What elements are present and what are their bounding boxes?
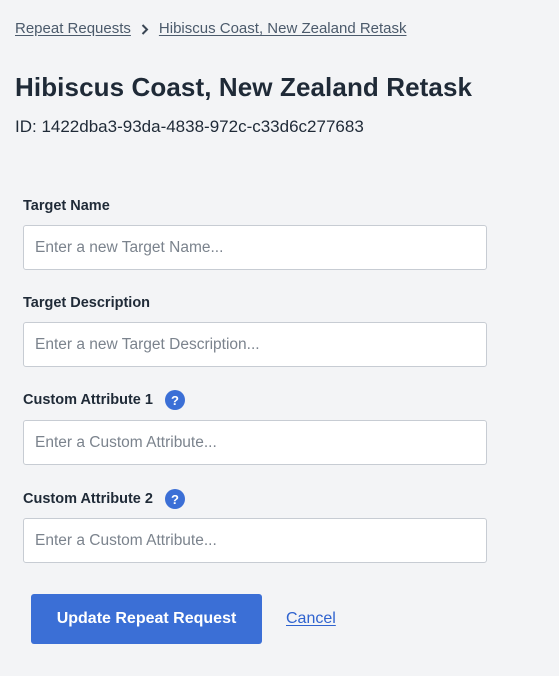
target-description-field: Target Description <box>23 293 487 367</box>
target-description-label: Target Description <box>23 295 151 311</box>
custom-attribute-2-label-row: Custom Attribute 2 ? <box>23 489 487 509</box>
update-repeat-request-button[interactable]: Update Repeat Request <box>31 594 262 644</box>
cancel-link[interactable]: Cancel <box>286 610 336 628</box>
breadcrumb: Repeat Requests Hibiscus Coast, New Zeal… <box>15 20 407 37</box>
target-name-input[interactable] <box>23 225 487 270</box>
page-title: Hibiscus Coast, New Zealand Retask <box>15 72 473 102</box>
breadcrumb-link-current-request[interactable]: Hibiscus Coast, New Zealand Retask <box>159 20 407 37</box>
form-actions: Update Repeat Request Cancel <box>31 594 336 644</box>
chevron-right-icon <box>131 20 159 37</box>
request-id: ID: 1422dba3-93da-4838-972c-c33d6c277683 <box>15 117 364 136</box>
custom-attribute-1-field: Custom Attribute 1 ? <box>23 390 487 465</box>
target-description-input[interactable] <box>23 322 487 367</box>
breadcrumb-link-repeat-requests[interactable]: Repeat Requests <box>15 20 131 37</box>
custom-attribute-1-label-row: Custom Attribute 1 ? <box>23 390 487 410</box>
target-name-label: Target Name <box>23 198 110 214</box>
repeat-request-edit-page: Repeat Requests Hibiscus Coast, New Zeal… <box>0 0 559 676</box>
custom-attribute-2-label: Custom Attribute 2 <box>23 491 153 507</box>
custom-attribute-2-field: Custom Attribute 2 ? <box>23 489 487 563</box>
custom-attribute-2-input[interactable] <box>23 518 487 563</box>
custom-attribute-1-label: Custom Attribute 1 <box>23 392 153 408</box>
custom-attribute-1-input[interactable] <box>23 420 487 465</box>
question-circle-icon[interactable]: ? <box>164 390 185 410</box>
question-circle-icon[interactable]: ? <box>164 489 185 509</box>
target-name-field: Target Name <box>23 196 487 270</box>
